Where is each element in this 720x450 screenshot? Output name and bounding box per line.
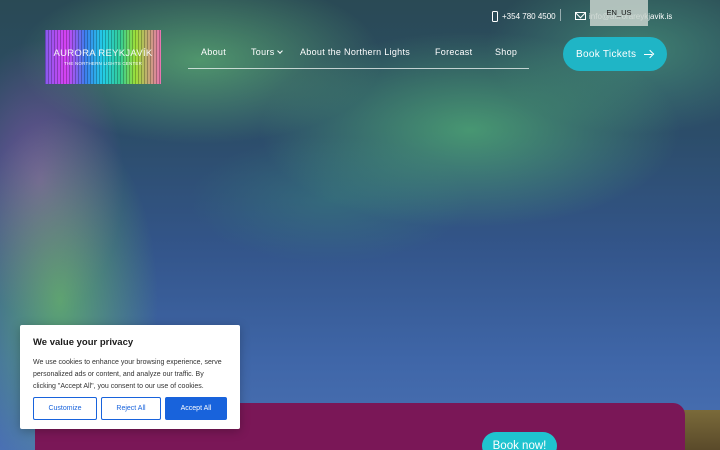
book-tickets-label: Book Tickets (576, 48, 637, 60)
nav-item-about[interactable]: About (201, 47, 226, 57)
arrow-right-icon (644, 50, 653, 59)
cookie-consent-panel: We value your privacy We use cookies to … (20, 325, 240, 429)
logo-title: AURORA REYKJAVÍK (53, 48, 153, 59)
nav-item-tours[interactable]: Tours (251, 47, 283, 57)
phone-link[interactable]: +354 780 4500 (492, 9, 556, 23)
accept-all-button[interactable]: Accept All (165, 397, 227, 420)
chevron-down-icon (276, 48, 283, 54)
phone-number: +354 780 4500 (502, 11, 556, 21)
nav-label: Tours (251, 47, 275, 57)
cookie-title: We value your privacy (33, 337, 134, 348)
topbar-divider (560, 9, 561, 21)
nav-label: Forecast (435, 47, 473, 57)
cookie-buttons: Customize Reject All Accept All (33, 397, 227, 420)
phone-icon (492, 10, 498, 22)
nav-label: About the Northern Lights (300, 47, 411, 57)
language-selector[interactable]: EN_US (590, 0, 648, 26)
site-logo[interactable]: AURORA REYKJAVÍK THE NORTHERN LIGHTS CEN… (45, 30, 161, 84)
nav-label: Shop (495, 47, 518, 57)
main-nav: About Tours About the Northern Lights Fo… (188, 44, 529, 69)
nav-item-shop[interactable]: Shop (495, 47, 517, 57)
nav-item-forecast[interactable]: Forecast (435, 47, 472, 57)
nav-label: About (201, 47, 227, 57)
reject-all-button[interactable]: Reject All (101, 397, 161, 420)
book-tickets-button[interactable]: Book Tickets (563, 37, 667, 71)
logo-subtitle: THE NORTHERN LIGHTS CENTER (63, 61, 143, 66)
envelope-icon (575, 12, 586, 20)
cookie-text: We use cookies to enhance your browsing … (33, 359, 222, 390)
nav-item-northern-lights[interactable]: About the Northern Lights (300, 47, 410, 57)
customize-button[interactable]: Customize (33, 397, 97, 420)
book-now-button[interactable]: Book now! (482, 432, 557, 450)
